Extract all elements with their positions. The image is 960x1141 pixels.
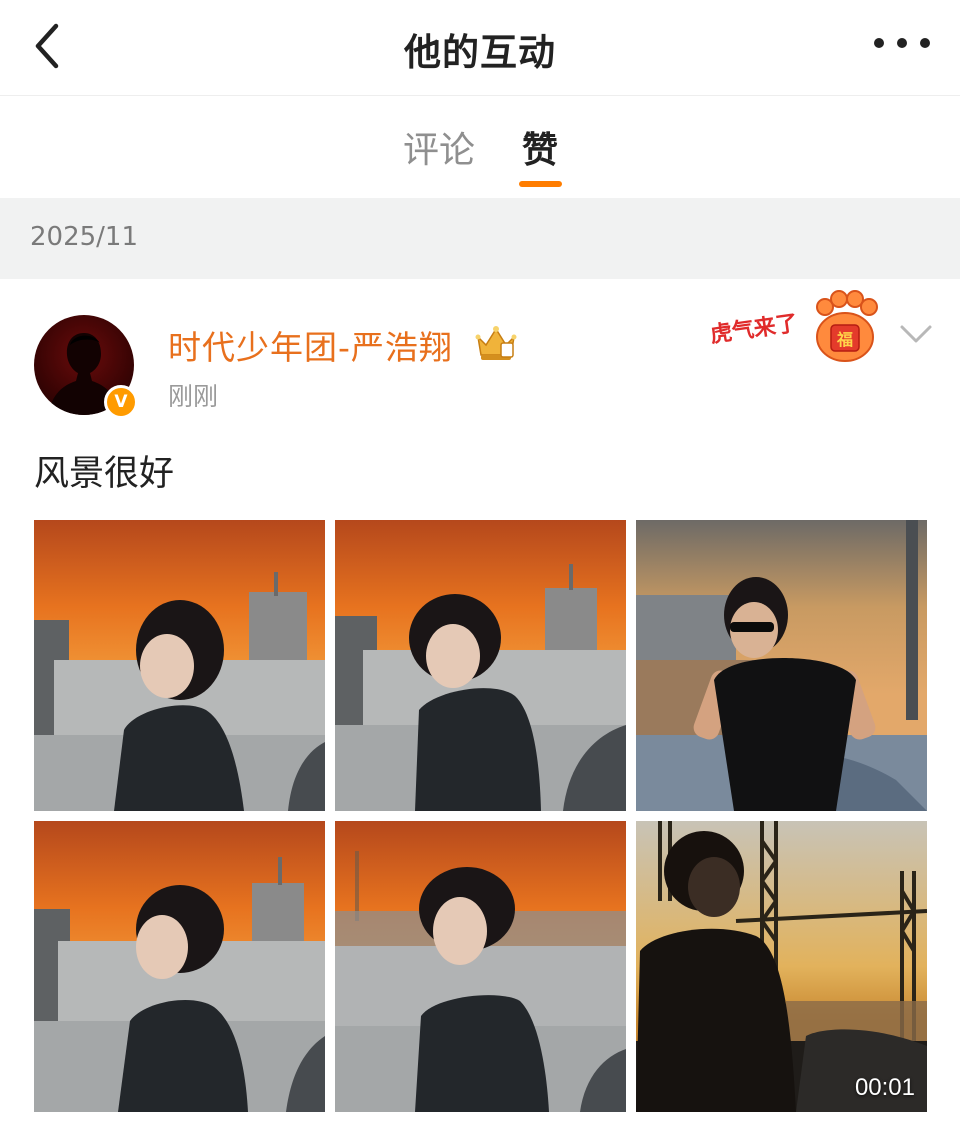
- pendant-text: 虎气来了: [709, 310, 800, 348]
- post-time: 刚刚: [168, 382, 219, 411]
- author-name[interactable]: 时代少年团-严浩翔: [168, 321, 453, 369]
- interaction-tabs: 评论 赞: [0, 97, 960, 197]
- post-text: 风景很好: [34, 454, 175, 494]
- video-duration: 00:01: [854, 1074, 915, 1101]
- month-label: 2025/11: [30, 222, 139, 252]
- image-grid: 00:01: [34, 520, 927, 1112]
- liked-post-card[interactable]: V 时代少年团-严浩翔 刚刚 虎气来了 福 风景很好 00:01: [0, 279, 960, 1141]
- page-title: 他的互动: [404, 31, 556, 74]
- photo-3[interactable]: [636, 520, 927, 811]
- tab-comments[interactable]: 评论: [403, 121, 475, 173]
- chevron-down-icon[interactable]: [896, 319, 936, 349]
- crown-badge-icon: [475, 326, 517, 360]
- photo-1[interactable]: [34, 520, 325, 811]
- tiger-paw-pendant-icon: 虎气来了 福: [709, 290, 878, 362]
- verified-v-badge-icon: V: [104, 385, 138, 419]
- photo-5[interactable]: [335, 821, 626, 1112]
- photo-4[interactable]: [34, 821, 325, 1112]
- tab-likes[interactable]: 赞: [522, 121, 558, 173]
- pendant-stamp: 福: [836, 330, 853, 349]
- more-dots-icon: [874, 38, 884, 48]
- active-tab-indicator: [519, 181, 562, 187]
- photo-2[interactable]: [335, 520, 626, 811]
- month-section-header: 2025/11: [0, 198, 960, 279]
- video-6[interactable]: 00:01: [636, 821, 927, 1112]
- more-button[interactable]: [874, 28, 930, 58]
- top-navigation-bar: 他的互动: [0, 0, 960, 96]
